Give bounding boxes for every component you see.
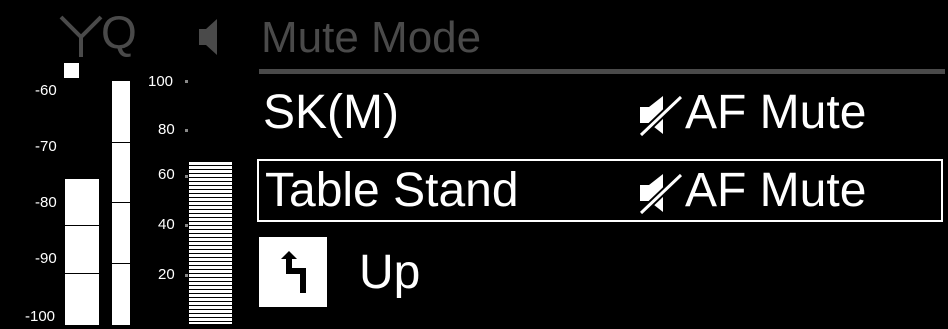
menu-item-label: Table Stand <box>265 164 519 217</box>
rf-level-bar <box>65 179 99 325</box>
af-scale-label: 100 <box>148 73 174 90</box>
rf-bar-divider <box>65 225 99 226</box>
af-tick <box>185 224 188 227</box>
meter-divider <box>112 263 130 264</box>
af-scale-label: 40 <box>158 216 175 233</box>
page-title: Mute Mode <box>261 13 482 62</box>
device-display: Q Mute Mode -60 -70 -80 -90 -100 100 80 … <box>0 0 948 329</box>
menu-item-value: AF Mute <box>685 164 867 217</box>
meter-divider <box>112 142 130 143</box>
rf-scale-label: -70 <box>35 138 57 155</box>
title-underline <box>259 69 945 74</box>
menu-item-value: AF Mute <box>685 86 867 139</box>
rf-bar-divider <box>65 273 99 274</box>
af-scale-label: 80 <box>158 121 175 138</box>
antenna-icon <box>59 15 103 57</box>
rf-scale-label: -60 <box>35 82 57 99</box>
meter-divider <box>112 202 130 203</box>
af-tick <box>185 274 188 277</box>
return-arrow-icon <box>259 237 327 307</box>
af-scale-label: 60 <box>158 166 175 183</box>
menu-item-label: SK(M) <box>263 86 399 139</box>
rf-scale-label: -80 <box>35 194 57 211</box>
af-scale-label: 20 <box>158 266 175 283</box>
menu-item-up[interactable]: Up <box>259 237 947 309</box>
af-tick <box>185 175 188 178</box>
af-tick <box>185 80 188 83</box>
menu-item-table-stand[interactable]: Table Stand AF Mute <box>257 159 943 222</box>
squelch-label: Q <box>101 6 137 58</box>
diversity-meter-bar <box>112 81 130 325</box>
menu-item-label: Up <box>359 246 421 299</box>
peak-indicator <box>64 63 79 78</box>
muted-speaker-icon <box>638 94 684 137</box>
rf-scale-label: -90 <box>35 250 57 267</box>
muted-speaker-icon <box>638 172 684 215</box>
speaker-icon <box>199 19 217 55</box>
rf-scale-label: -100 <box>25 308 56 325</box>
af-tick <box>185 129 188 132</box>
menu-item-skm[interactable]: SK(M) AF Mute <box>259 81 947 145</box>
af-level-bar <box>189 162 232 324</box>
